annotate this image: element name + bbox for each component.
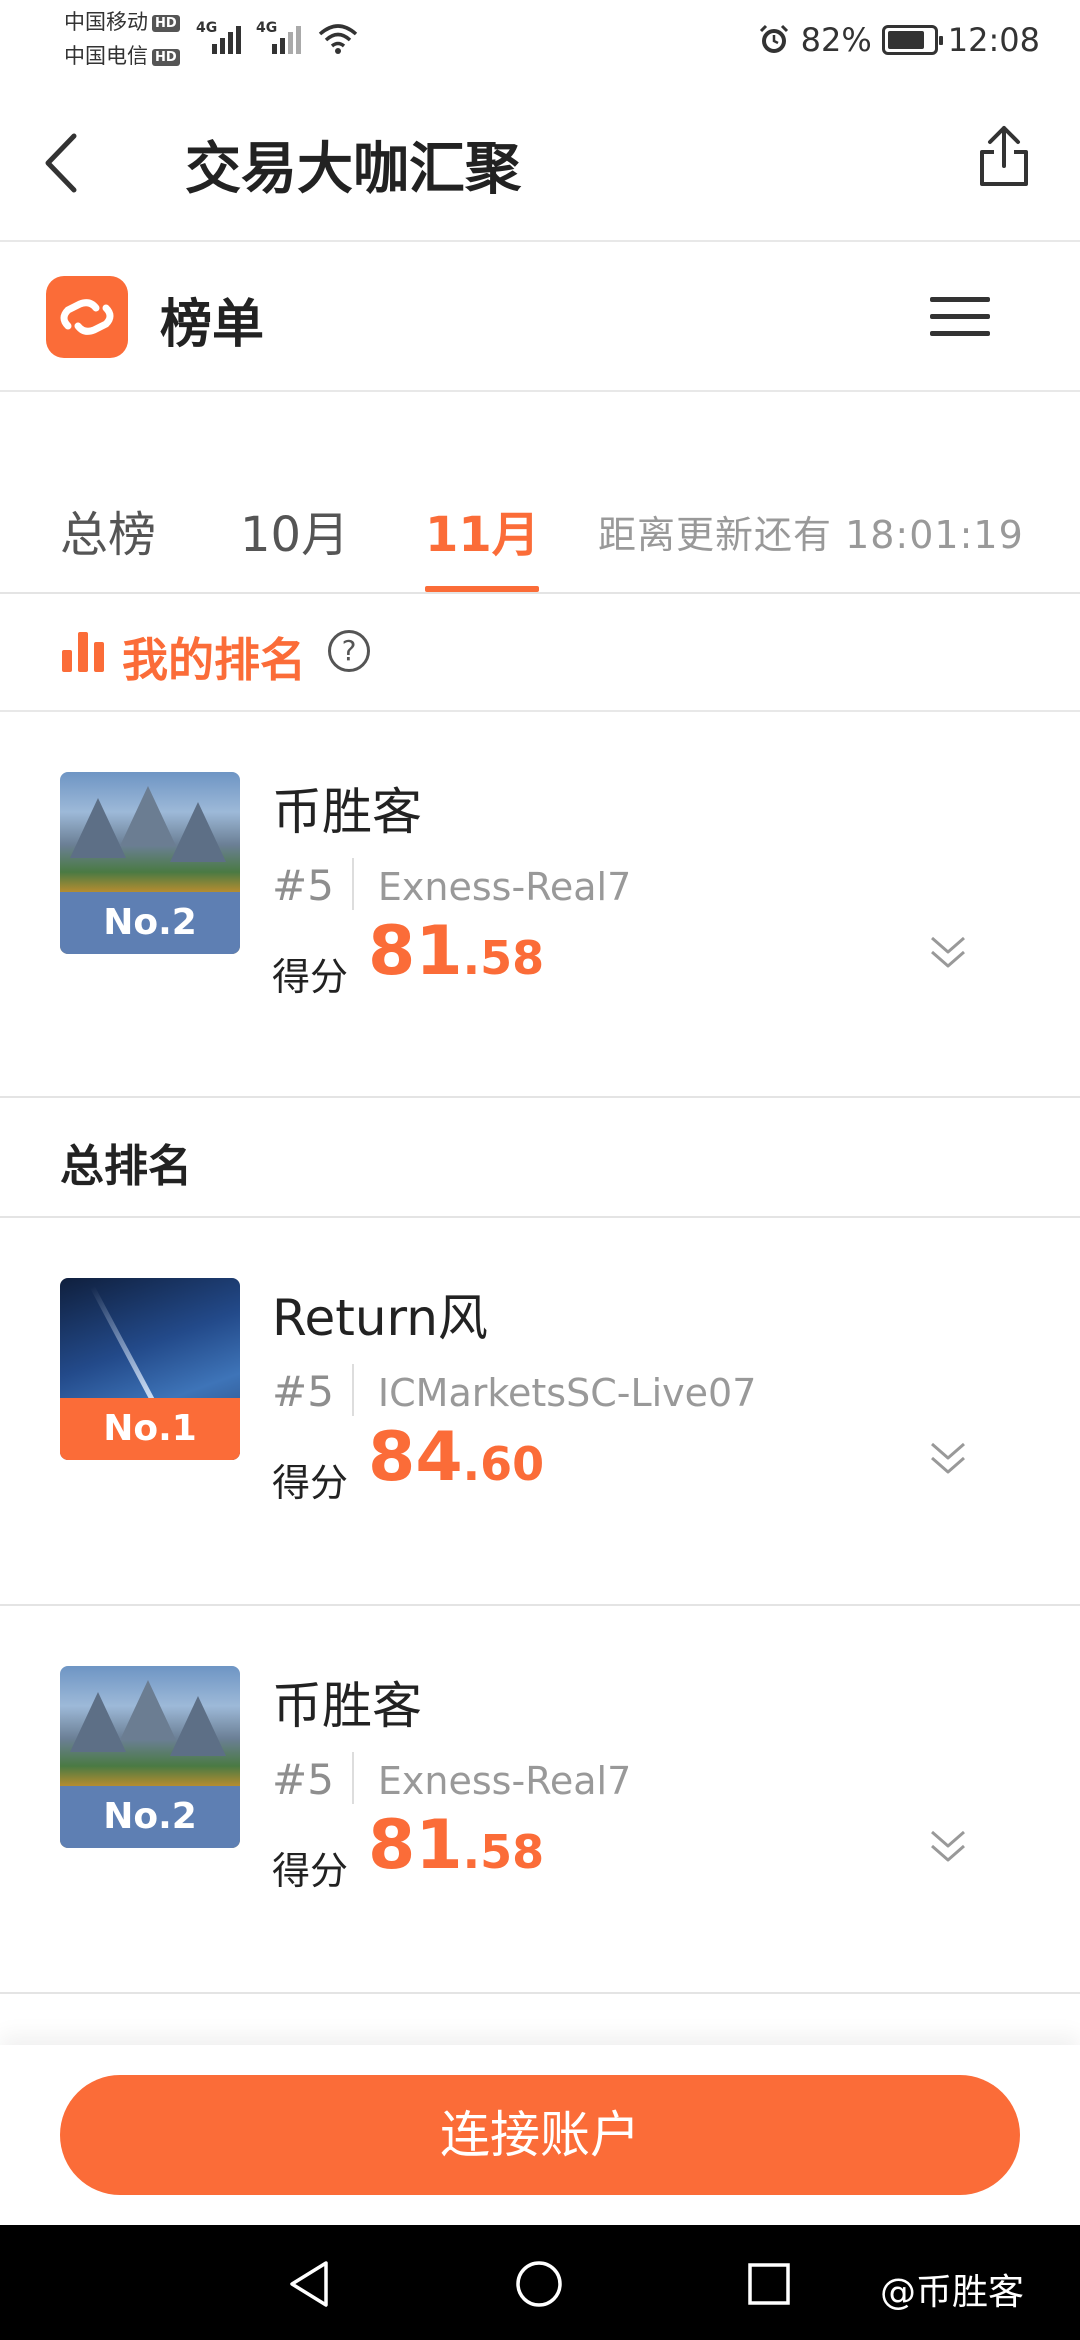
total-ranking-header: 总排名 [0,1098,1080,1218]
my-rank-card[interactable]: No.2 币胜客 #5 Exness-Real7 得分 81.58 [0,712,1080,1098]
section-header: 榜单 [0,242,1080,392]
carrier-1: 中国移动 HD [64,6,180,36]
chevron-down-icon[interactable] [928,1438,968,1478]
watermark: @币胜客 [880,2263,1024,2315]
chevron-down-icon[interactable] [928,1826,968,1866]
battery-percent: 82% [800,21,872,59]
trader-name: 币胜客 [272,1677,422,1735]
signal-icon: 4G [196,20,246,54]
score-decimal: .58 [462,1825,545,1879]
hd-badge: HD [152,15,180,32]
rank-badge: No.2 [60,892,240,954]
trader-meta: #5 Exness-Real7 [272,858,631,910]
chevron-down-icon[interactable] [928,932,968,972]
nav-home-icon[interactable] [514,2259,564,2309]
alarm-icon [759,24,788,53]
tab-october[interactable]: 10月 [240,495,349,565]
bar-chart-icon [62,632,104,672]
tab-total[interactable]: 总榜 [60,495,156,565]
avatar: No.1 [60,1278,240,1460]
network-type-label: 4G [196,20,218,36]
signal-icon-2: 4G [256,20,306,54]
clock: 12:08 [947,21,1040,59]
help-icon[interactable]: ? [328,630,370,672]
carrier-2: 中国电信 HD [64,40,180,70]
trader-meta: #5 ICMarketsSC-Live07 [272,1364,756,1416]
rank-badge: No.2 [60,1786,240,1848]
share-icon[interactable] [974,122,1034,192]
score-integer: 81 [368,912,463,991]
trader-name: Return风 [272,1289,488,1347]
menu-icon[interactable] [930,297,990,337]
section-title: 榜单 [160,295,265,355]
back-icon[interactable] [36,128,86,198]
nav-back-icon[interactable] [286,2259,332,2309]
my-rank-label: 我的排名 [122,633,306,687]
score-value: 84.60 [368,1418,544,1497]
avatar: No.2 [60,772,240,954]
bottom-action-area: 连接账户 [0,2045,1080,2225]
page-title: 交易大咖汇聚 [185,137,521,202]
app-bar: 交易大咖汇聚 [0,80,1080,242]
list-item[interactable]: No.1 Return风 #5 ICMarketsSC-Live07 得分 84.… [0,1218,1080,1606]
score-label: 得分 [272,1461,349,1505]
score-decimal: .60 [462,1437,545,1491]
carrier-2-label: 中国电信 [64,44,148,68]
status-bar: 中国移动 HD 中国电信 HD 4G 4G 82% 12:08 [0,0,1080,80]
watermark-text: @币胜客 [880,2272,1025,2313]
trader-meta: #5 Exness-Real7 [272,1752,631,1804]
trader-name: 币胜客 [272,783,422,841]
score-integer: 81 [368,1806,463,1885]
score-label: 得分 [272,1849,349,1893]
update-countdown: 距离更新还有 18:01:19 [598,513,1024,557]
position-number: #5 [272,1367,334,1416]
score-label: 得分 [272,955,349,999]
account-server: Exness-Real7 [377,865,632,909]
battery-icon [881,25,943,55]
rank-badge: No.1 [60,1398,240,1460]
status-right: 82% 12:08 [757,18,1040,62]
account-server: ICMarketsSC-Live07 [377,1371,757,1415]
account-server: Exness-Real7 [377,1759,632,1803]
network-type-label: 4G [256,20,278,36]
carrier-1-label: 中国移动 [64,10,148,34]
nav-recents-icon[interactable] [746,2261,792,2307]
tab-bar: 总榜 10月 11月 距离更新还有 18:01:19 [0,392,1080,594]
position-number: #5 [272,861,334,910]
hd-badge: HD [152,49,180,66]
score-integer: 84 [368,1418,463,1497]
avatar: No.2 [60,1666,240,1848]
active-tab-indicator [425,586,539,592]
score-value: 81.58 [368,912,544,991]
my-rank-header: 我的排名 ? [0,594,1080,712]
score-decimal: .58 [462,931,545,985]
score-value: 81.58 [368,1806,544,1885]
connect-account-button[interactable]: 连接账户 [60,2075,1020,2195]
tab-november[interactable]: 11月 [425,495,540,565]
app-logo [46,276,128,358]
link-logo-icon [60,299,114,335]
system-nav-bar: @币胜客 [0,2225,1080,2340]
list-item[interactable]: No.2 币胜客 #5 Exness-Real7 得分 81.58 [0,1606,1080,1994]
position-number: #5 [272,1755,334,1804]
total-ranking-label: 总排名 [60,1141,192,1192]
wifi-icon [318,24,358,54]
